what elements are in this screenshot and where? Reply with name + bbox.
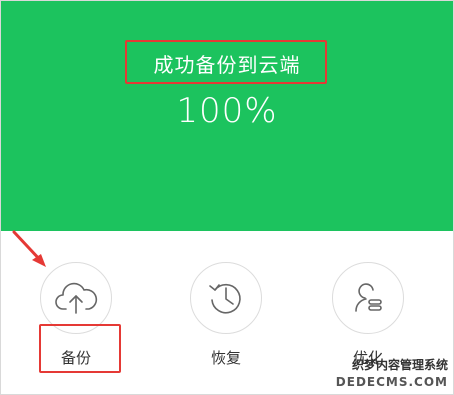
restore-icon-circle <box>190 262 262 334</box>
restore-button[interactable]: 恢复 <box>181 262 271 368</box>
clock-restore-icon <box>209 283 241 314</box>
watermark-line-1: 织梦内容管理系统 <box>351 358 448 372</box>
restore-label: 恢复 <box>210 349 241 367</box>
backup-status-panel: 成功备份到云端 100% <box>1 1 453 231</box>
backup-progress-percent: 100% <box>176 91 278 131</box>
highlight-box-status <box>125 40 327 84</box>
watermark-line-2: DEDECMS.COM <box>335 375 448 389</box>
highlight-box-backup <box>39 324 121 373</box>
user-optimize-icon <box>355 283 382 312</box>
pointer-arrow-icon <box>12 230 46 267</box>
cloud-upload-icon <box>55 282 98 314</box>
optimize-icon-circle <box>332 262 404 334</box>
optimize-button[interactable]: 优化 <box>323 262 413 368</box>
